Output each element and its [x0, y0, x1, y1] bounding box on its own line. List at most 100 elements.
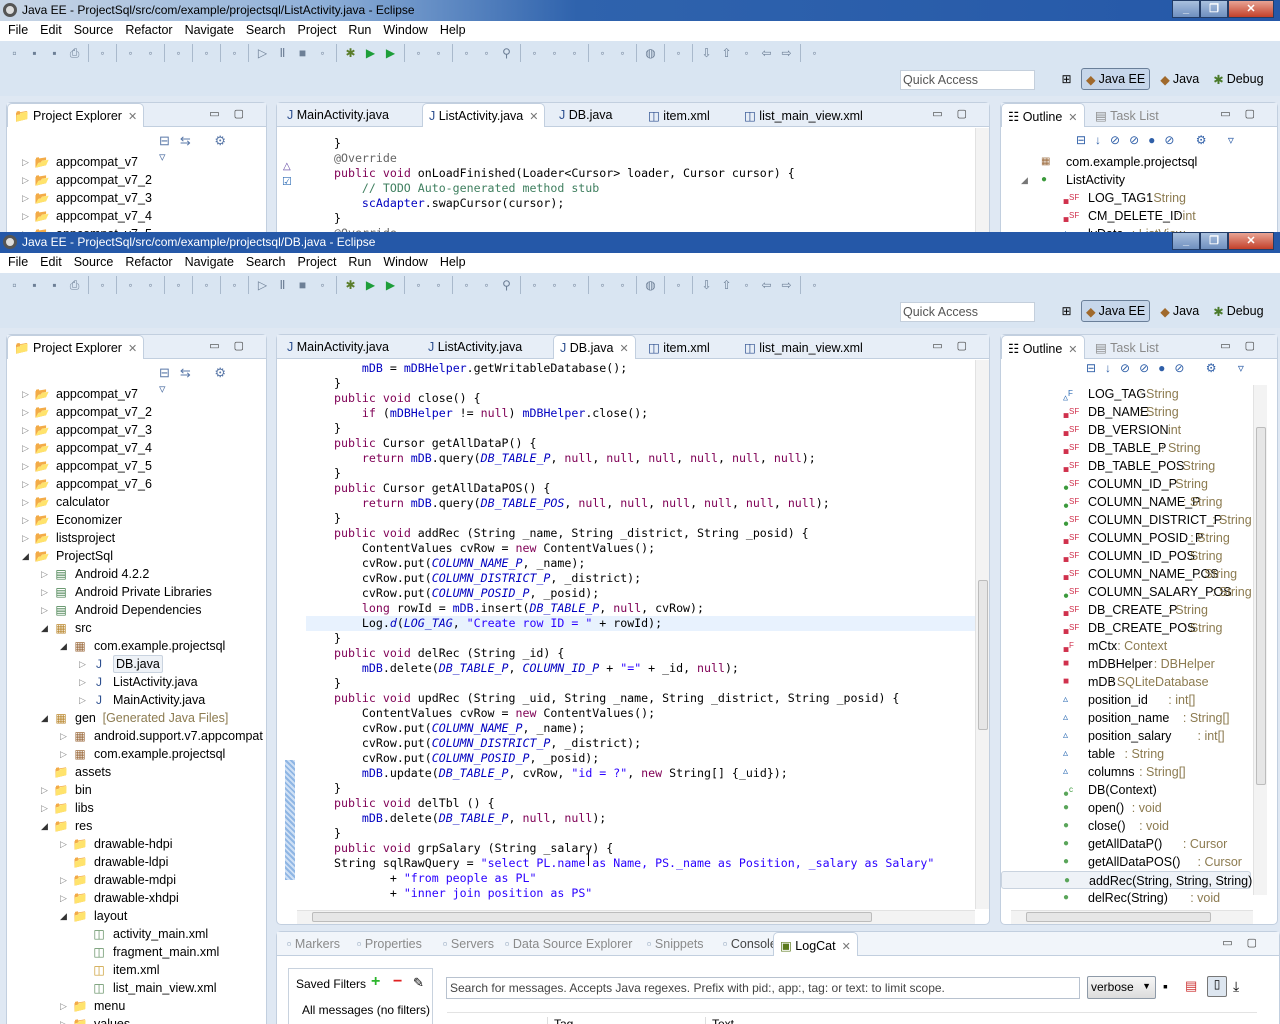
collapsed-arrow-icon[interactable]: ▷: [60, 835, 67, 853]
menu-run[interactable]: Run: [342, 21, 377, 41]
tree-item[interactable]: ▷ 📁 drawable-hdpi: [7, 835, 266, 853]
minimize-maximize-icons[interactable]: ▭▢: [1220, 339, 1269, 352]
tab-item-xml[interactable]: ◫ item.xml: [642, 103, 716, 127]
scroll-thumb[interactable]: [1256, 427, 1266, 785]
outline-item[interactable]: ▵ lvData : ListView: [1001, 225, 1251, 232]
step-over-icon[interactable]: ◦: [226, 45, 243, 61]
expanded-arrow-icon[interactable]: ◢: [60, 907, 67, 925]
tab-servers[interactable]: ▫ Servers: [437, 932, 500, 956]
tree-item[interactable]: ◢ ▦ com.example.projectsql: [7, 637, 266, 655]
menu-navigate[interactable]: Navigate: [179, 21, 240, 41]
terminate-icon[interactable]: ■: [294, 45, 311, 61]
remove-filter-icon[interactable]: −: [393, 973, 402, 991]
scroll-lock-icon[interactable]: ⤓: [1233, 978, 1239, 995]
open-type-icon[interactable]: ◦: [458, 277, 475, 293]
outline-item[interactable]: ■SF COLUMN_POSID_P : String: [1001, 529, 1251, 547]
search-icon[interactable]: ⚲: [498, 45, 515, 61]
up-arrow-icon[interactable]: ⇧: [718, 45, 735, 61]
new-icon[interactable]: ▫: [6, 277, 23, 293]
editor-vertical-scrollbar[interactable]: [975, 128, 989, 232]
open-perspective-icon[interactable]: ⊞: [1058, 71, 1075, 87]
edit-filter-icon[interactable]: ✎: [413, 975, 424, 991]
menu-refactor[interactable]: Refactor: [119, 21, 178, 41]
tab-db-java[interactable]: J DB.java ✕: [553, 335, 636, 359]
redo-icon[interactable]: ◦: [198, 277, 215, 293]
tree-item[interactable]: ▷ 📂 appcompat_v7_4: [7, 207, 266, 225]
menu-edit[interactable]: Edit: [34, 21, 68, 41]
minimize-maximize-icons[interactable]: ▭▢: [1222, 936, 1271, 949]
tree-item[interactable]: ▷ 📂 appcompat_v7: [7, 153, 266, 171]
perspective-java-ee[interactable]: ◆ Java EE: [1081, 300, 1151, 322]
tree-item[interactable]: ▷ ▦ android.support.v7.appcompat: [7, 727, 266, 745]
print-icon[interactable]: ⎙: [66, 45, 83, 61]
expanded-arrow-icon[interactable]: ◢: [41, 817, 48, 835]
tree-item[interactable]: ▷ J MainActivity.java: [7, 691, 266, 709]
save-log-icon[interactable]: ▪: [1163, 978, 1168, 994]
tab-mainactivity-java[interactable]: J MainActivity.java: [281, 335, 395, 359]
outline-item[interactable]: ■SF COLUMN_NAME_POS : String: [1001, 565, 1251, 583]
outline-item[interactable]: ● getAllDataPOS() : Cursor: [1001, 853, 1251, 871]
tab-list_main_view-xml[interactable]: ◫ list_main_view.xml: [738, 335, 869, 359]
toggle-mark-icon[interactable]: ◦: [94, 277, 111, 293]
code-editor[interactable]: mDB = mDBHelper.getWritableDatabase();} p…: [306, 361, 976, 901]
debug-icon[interactable]: ✱: [342, 45, 359, 61]
suspend-icon[interactable]: Ⅱ: [274, 277, 291, 293]
collapsed-arrow-icon[interactable]: ▷: [22, 475, 29, 493]
tree-item[interactable]: ◢ 📁 res: [7, 817, 266, 835]
collapsed-arrow-icon[interactable]: ▷: [22, 511, 29, 529]
collapsed-arrow-icon[interactable]: ▷: [22, 529, 29, 547]
run-external-icon[interactable]: ▶: [382, 277, 399, 293]
code-editor[interactable]: } @Override public void onLoadFinished(Loa…: [334, 136, 795, 232]
tab-task-list[interactable]: ▤ Task List: [1089, 335, 1165, 359]
wrap-icon[interactable]: ◦: [122, 45, 139, 61]
tab-listactivity-java[interactable]: J ListActivity.java ✕: [422, 103, 546, 127]
highlight-icon[interactable]: ◦: [546, 45, 563, 61]
collapsed-arrow-icon[interactable]: ▷: [60, 871, 67, 889]
outline-item[interactable]: ▵ position_id : int[]: [1001, 691, 1251, 709]
tree-item[interactable]: ▷ ▤ Android 4.2.2: [7, 565, 266, 583]
tile-icon[interactable]: ◦: [806, 277, 823, 293]
menu-search[interactable]: Search: [240, 21, 292, 41]
menu-search[interactable]: Search: [240, 253, 292, 273]
step-return-icon[interactable]: ◦: [170, 277, 187, 293]
outline-item[interactable]: ●SF COLUMN_SALARY_POS : String: [1001, 583, 1252, 601]
back-icon[interactable]: ⇦: [758, 45, 775, 61]
tree-item[interactable]: 📁 assets: [7, 763, 266, 781]
close-button[interactable]: ✕: [1228, 0, 1274, 18]
collapsed-arrow-icon[interactable]: ▷: [22, 493, 29, 511]
close-tab-icon[interactable]: ✕: [529, 111, 538, 123]
open-perspective-icon[interactable]: ⊞: [1058, 303, 1075, 319]
outline-item[interactable]: ▵ position_salary : int[]: [1001, 727, 1251, 745]
collapsed-arrow-icon[interactable]: ▷: [60, 1015, 67, 1024]
tab-outline[interactable]: ☷ Outline ✕: [1001, 103, 1085, 127]
globe-icon[interactable]: ◍: [642, 45, 659, 61]
quick-access-input[interactable]: Quick Access: [900, 302, 1035, 322]
tree-item[interactable]: ◢ ▦ gen [Generated Java Files]: [7, 709, 266, 727]
menu-window[interactable]: Window: [377, 21, 433, 41]
tree-item[interactable]: ▷ J DB.java: [7, 655, 266, 673]
tree-item[interactable]: ▷ 📂 appcompat_v7_3: [7, 189, 266, 207]
tree-item[interactable]: ▷ 📂 listsproject: [7, 529, 266, 547]
back-edit-icon[interactable]: ◦: [738, 277, 755, 293]
menu-source[interactable]: Source: [68, 253, 120, 273]
tab-list_main_view-xml[interactable]: ◫ list_main_view.xml: [738, 103, 869, 127]
tree-item[interactable]: ▷ 📁 menu: [7, 997, 266, 1015]
paragraph-icon[interactable]: ◦: [614, 45, 631, 61]
tree-item[interactable]: ◫ item.xml: [7, 961, 266, 979]
tab-snippets[interactable]: ▫ Snippets: [641, 932, 710, 956]
disconnect-icon[interactable]: ◦: [314, 277, 331, 293]
wrap-icon[interactable]: ◦: [122, 277, 139, 293]
tree-item[interactable]: ▷ 📂 appcompat_v7_5: [7, 457, 266, 475]
tree-item[interactable]: ▷ 📁 bin: [7, 781, 266, 799]
step-over-icon[interactable]: ◦: [226, 277, 243, 293]
logcat-search-input[interactable]: Search for messages. Accepts Java regexe…: [446, 977, 1080, 999]
down-arrow-icon[interactable]: ⇩: [698, 277, 715, 293]
tree-item[interactable]: ▷ 📂 appcompat_v7_2: [7, 403, 266, 421]
outline-item[interactable]: ● ListActivity ◢: [1001, 171, 1251, 189]
editor-vertical-scrollbar[interactable]: [975, 360, 989, 909]
forward-icon[interactable]: ⇨: [778, 277, 795, 293]
outline-vertical-scrollbar[interactable]: [1253, 385, 1267, 895]
close-tab-icon[interactable]: ✕: [1068, 344, 1077, 356]
log-level-select[interactable]: verbose ▼: [1087, 976, 1156, 999]
tree-item[interactable]: ▷ ▤ Android Dependencies: [7, 601, 266, 619]
